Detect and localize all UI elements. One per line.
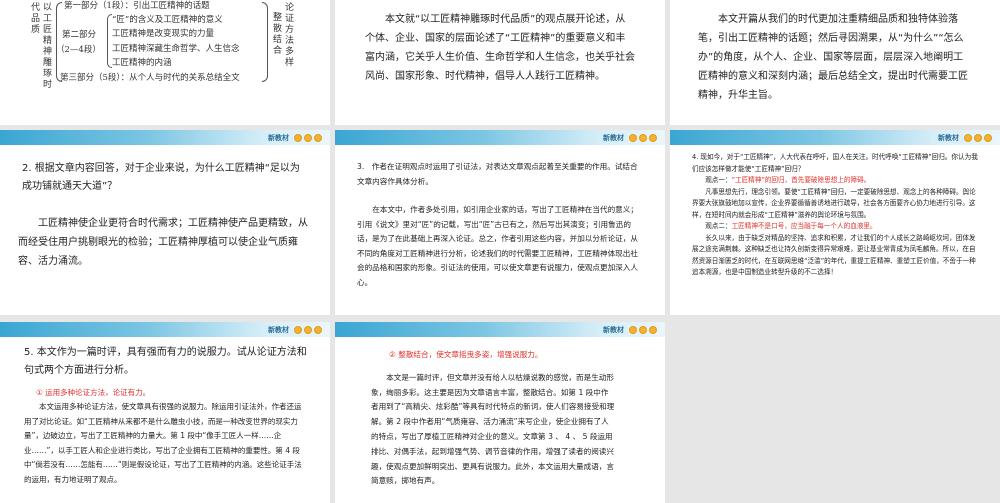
part2-item: 工匠精神的内涵 bbox=[112, 58, 172, 68]
slide-banner: 新教材 bbox=[0, 130, 330, 145]
part2-item: 工匠精神是改变现实的力量 bbox=[112, 29, 215, 39]
part1: 第一部分（1段）：引出工匠精神的话题 bbox=[64, 1, 210, 11]
slide-thumbnail-structure-summary[interactable]: 本文开篇从我们的时代更加注重精细品质和独特体验落笔，引出工匠精神的话题；然后寻因… bbox=[670, 0, 1000, 125]
badge-icon bbox=[984, 133, 992, 142]
slide-thumbnail-question-4[interactable]: 新教材 4. 现如今，对于“工匠精神”，人大代表在呼吁，国人在关注。时代呼唤“工… bbox=[670, 130, 1000, 315]
banner-label: 新教材 bbox=[603, 325, 624, 334]
slide-banner: 新教材 bbox=[0, 322, 330, 337]
question-text: 4. 现如今，对于“工匠精神”，人大代表在呼吁，国人在关注。时代呼唤“工匠精神”… bbox=[692, 153, 978, 173]
badge-icon bbox=[314, 325, 322, 334]
banner-label: 新教材 bbox=[268, 325, 289, 334]
part2-range: （2—4段） bbox=[56, 45, 101, 55]
part2-label: 第二部分 bbox=[62, 30, 97, 40]
badge-icon bbox=[304, 133, 312, 142]
view2-text: 长久以来，由于缺乏对精品的坚持、追求和积累，才让我们的个人成长之路崎岖坎坷，团体… bbox=[692, 233, 976, 277]
slide-banner: 新教材 bbox=[670, 130, 1000, 145]
view1-label: 观点一： bbox=[705, 176, 732, 184]
slide-thumbnail-question-5[interactable]: 新教材 5. 本文作为一篇时评，具有强而有力的说服力。试从论证方法和句式两个方面… bbox=[0, 322, 330, 503]
slide-thumbnail-question-3[interactable]: 新教材 3. 作者在证明观点时运用了引证法，对表达文章观点起着至关重要的作用。试… bbox=[335, 130, 665, 315]
slide-thumbnail-question-2[interactable]: 新教材 2. 根据文章内容回答，对于企业来说，为什么工匠精神“足以为成功铺就通天… bbox=[0, 130, 330, 315]
badge-icon bbox=[629, 325, 637, 334]
badge-icon bbox=[294, 325, 302, 334]
slide-banner: 新教材 bbox=[335, 130, 665, 145]
badge-icon bbox=[974, 133, 982, 142]
badge-icon bbox=[629, 133, 637, 142]
slide-thumbnail-question-5-cont[interactable]: 新教材 ② 整散结合，使文章摇曳多姿，增强说服力。 本文是一篇时评，但文章并没有… bbox=[335, 322, 665, 503]
badge-icon bbox=[314, 133, 322, 142]
badge-icon bbox=[964, 133, 972, 142]
slide-thumbnail-summary[interactable]: 本文就“以工匠精神雕琢时代品质”的观点展开论述，从个体、企业、国家的层面论述了“… bbox=[335, 0, 665, 125]
banner-label: 新教材 bbox=[268, 133, 289, 142]
structure-summary-text: 本文开篇从我们的时代更加注重精细品质和独特体验落笔，引出工匠精神的话题；然后寻因… bbox=[698, 14, 968, 101]
view1-text: 凡事思想先行，理念引领。要使“工匠精神”回归，一定要破除思想、观念上的各种障碍。… bbox=[692, 187, 976, 219]
view2-label: 观点二： bbox=[705, 222, 732, 230]
part2-item: “匠”的含义及工匠精神的意义 bbox=[112, 15, 223, 25]
badge-icon bbox=[639, 133, 647, 142]
part3: 第三部分（5段）：从个人与时代的关系总结全文 bbox=[60, 73, 240, 83]
question-text: 2. 根据文章内容回答，对于企业来说，为什么工匠精神“足以为成功铺就通天大道”？ bbox=[22, 163, 300, 192]
banner-label: 新教材 bbox=[938, 133, 959, 142]
question-text: 5. 本文作为一篇时评，具有强而有力的说服力。试从论证方法和句式两个方面进行分析… bbox=[24, 347, 307, 376]
badge-icon bbox=[304, 325, 312, 334]
point-1-heading: ① 运用多种论证方法，论证有力。 bbox=[36, 388, 151, 397]
right-brace bbox=[262, 2, 268, 82]
point-1-text: 本文运用多种论证方法，使文章具有很强的说服力。除运用引证法外，作者还运用了对比论… bbox=[24, 402, 302, 484]
right-label-2: 论证方法多样 bbox=[283, 2, 293, 68]
answer-text: 在本文中，作者多处引用，如引用企业家的话，写出了工匠精神在当代的意义；引用《说文… bbox=[357, 205, 638, 287]
summary-text: 本文就“以工匠精神雕琢时代品质”的观点展开论述，从个体、企业、国家的层面论述了“… bbox=[365, 14, 635, 82]
question-text: 3. 作者在证明观点时运用了引证法，对表达文章观点起着至关重要的作用。试结合文章… bbox=[357, 162, 638, 186]
diagram-title: 以工匠精神雕琢时代品质 bbox=[29, 2, 51, 90]
point-2-text: 本文是一篇时评，但文章并没有给人以枯燥说教的感觉，而是生动形象，绚丽多彩。这主要… bbox=[371, 372, 615, 486]
banner-label: 新教材 bbox=[603, 133, 624, 142]
answer-text: 工匠精神使企业更符合时代需求；工匠精神使产品更精致，从而经受住用户挑剔眼光的检验… bbox=[18, 218, 308, 267]
view1-heading: “工匠精神”的回归，首先要破除思想上的障碍。 bbox=[731, 176, 871, 184]
badge-icon bbox=[294, 133, 302, 142]
badge-icon bbox=[649, 325, 657, 334]
right-label-1: 整散结合 bbox=[271, 12, 281, 56]
structure-diagram: 以工匠精神雕琢时代品质 第一部分（1段）：引出工匠精神的话题 第二部分 （2—4… bbox=[0, 0, 330, 125]
slide-thumbnail-structure[interactable]: 以工匠精神雕琢时代品质 第一部分（1段）：引出工匠精神的话题 第二部分 （2—4… bbox=[0, 0, 330, 125]
part2-item: 工匠精神深藏生命哲学、人生信念 bbox=[112, 44, 240, 54]
view2-heading: 工匠精神不是口号，应当融于每一个人的血液里。 bbox=[731, 222, 877, 230]
slide-banner: 新教材 bbox=[335, 322, 665, 337]
point-2-heading: ② 整散结合，使文章摇曳多姿，增强说服力。 bbox=[389, 350, 543, 359]
badge-icon bbox=[649, 133, 657, 142]
badge-icon bbox=[639, 325, 647, 334]
left-brace bbox=[56, 2, 62, 82]
